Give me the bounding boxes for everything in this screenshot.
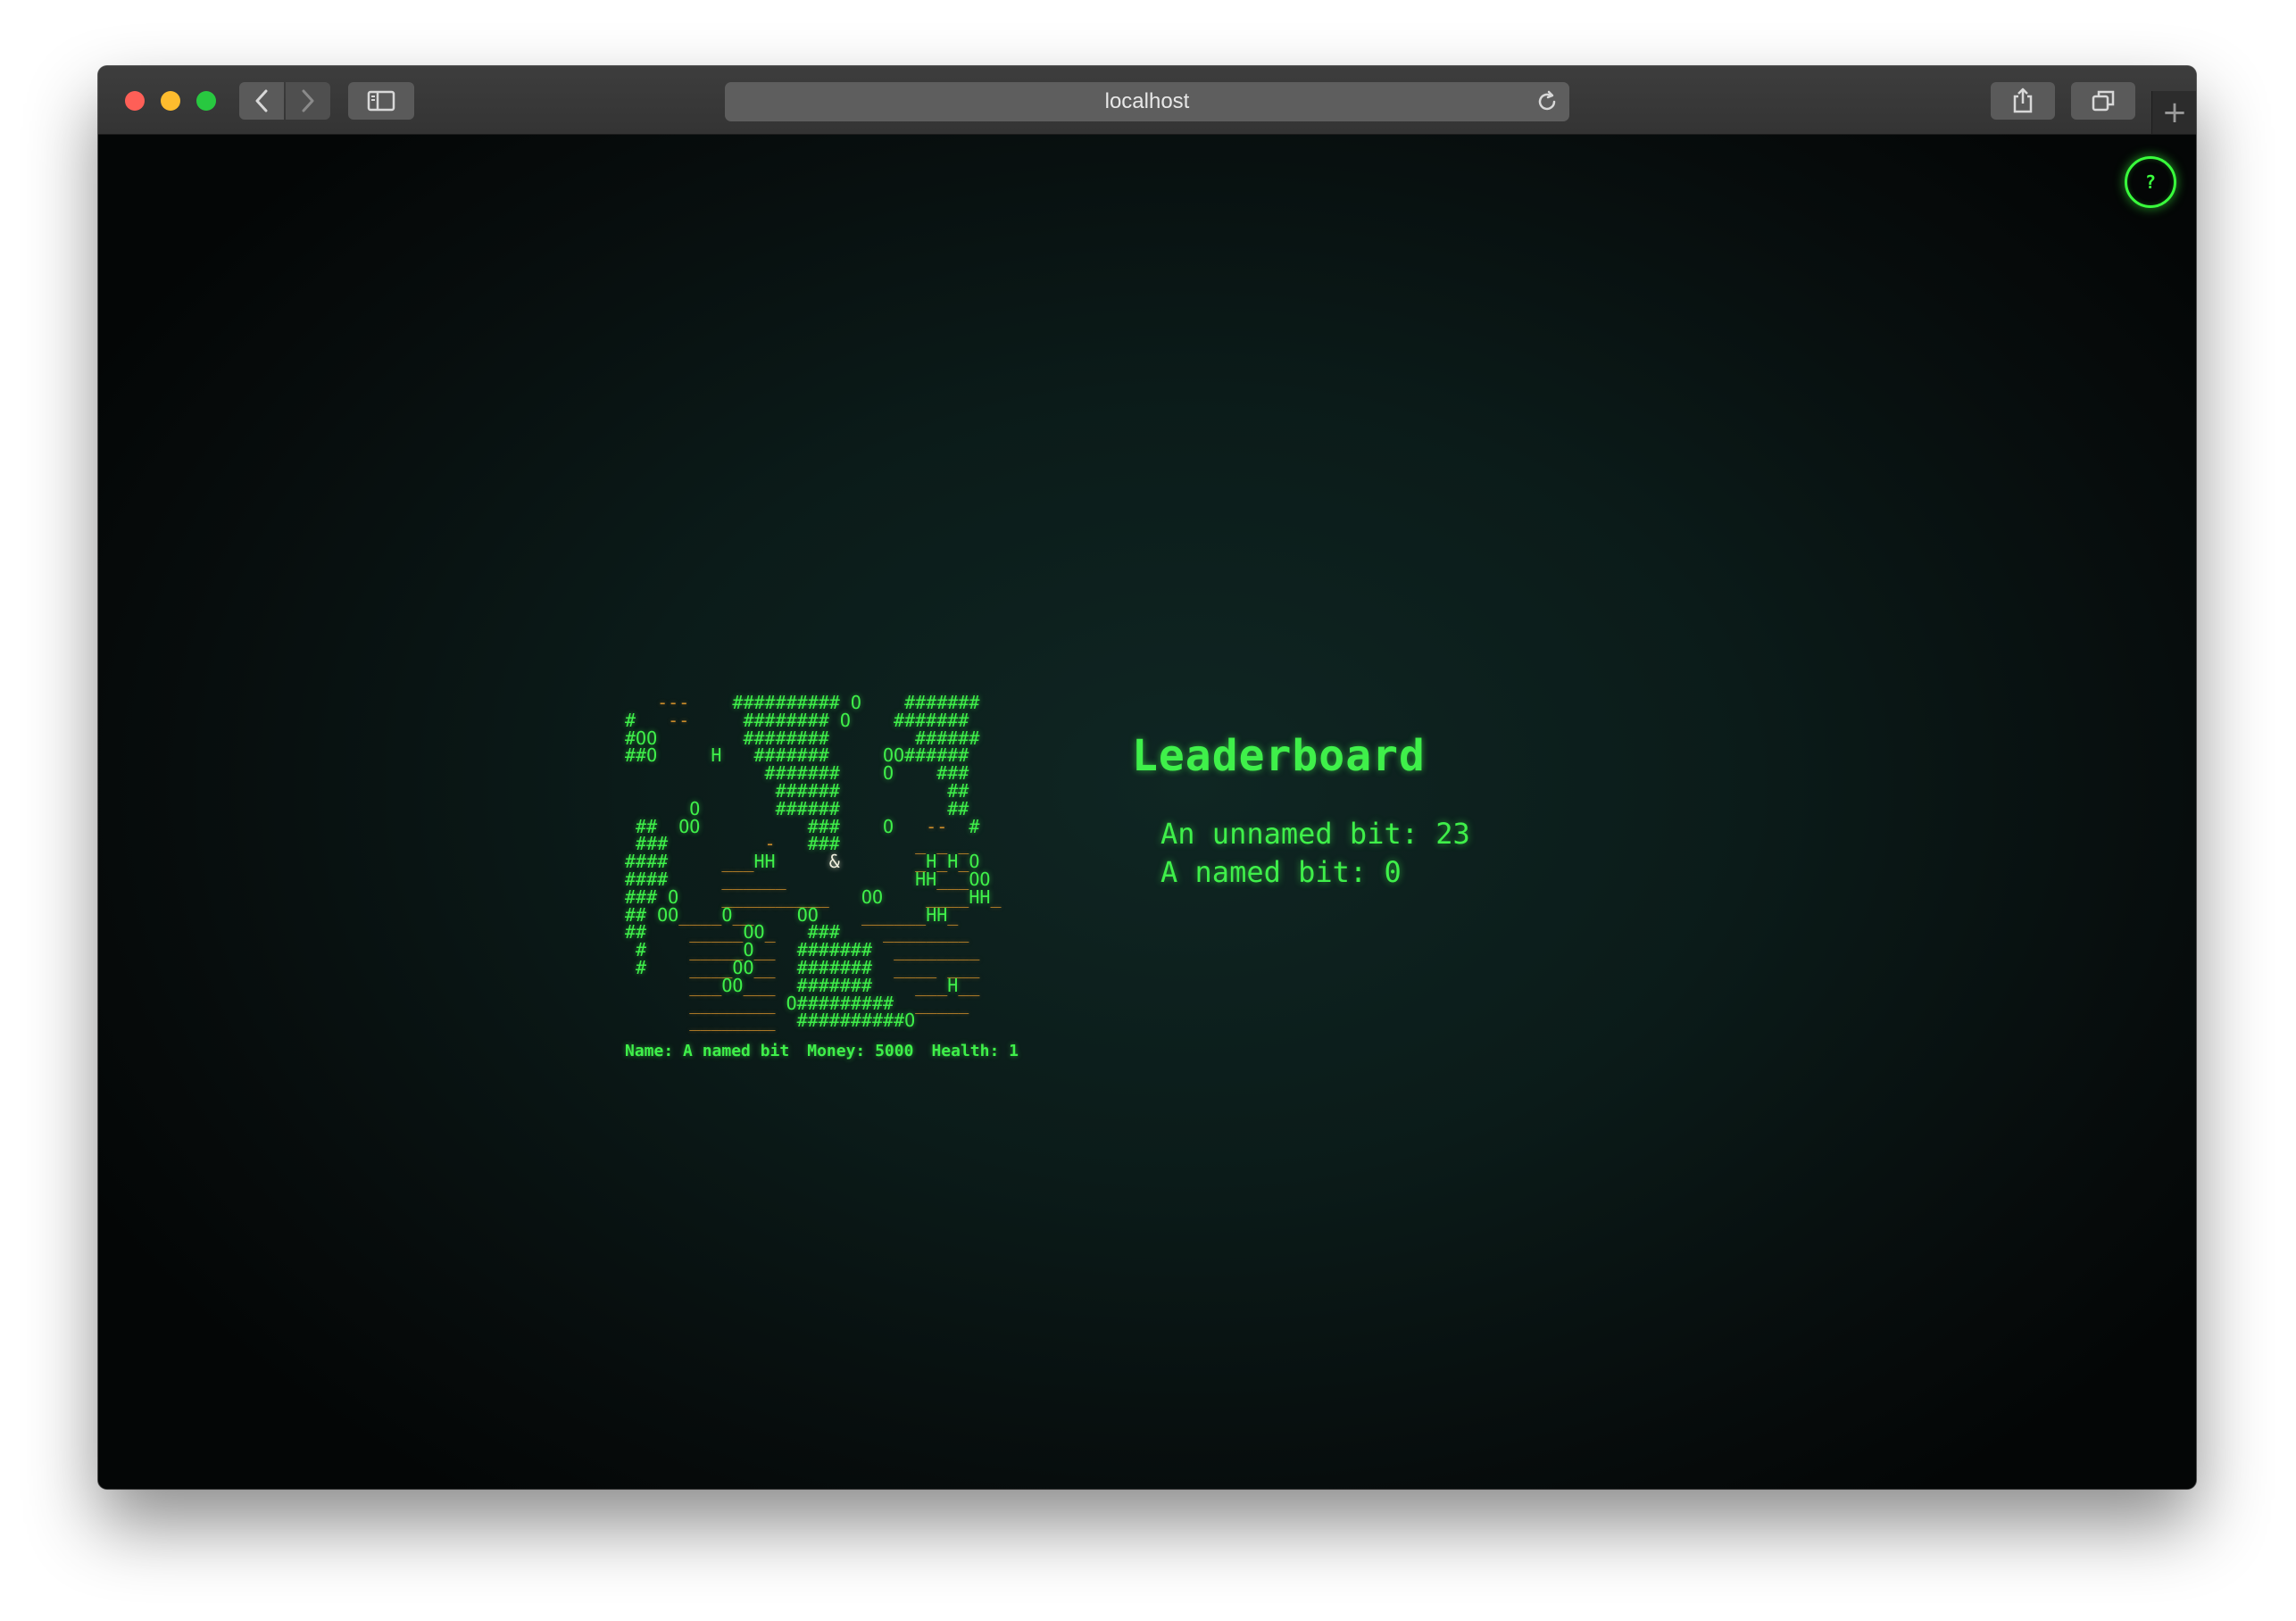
leaderboard-title: Leaderboard xyxy=(1132,731,1426,781)
reload-icon[interactable] xyxy=(1535,90,1559,120)
show-tabs-button[interactable] xyxy=(2071,82,2135,120)
game-map: --- ########## O ####### # -- ######## O … xyxy=(625,694,1001,1030)
page-viewport: ? --- ########## O ####### # -- ######## … xyxy=(98,135,2196,1489)
browser-window: localhost + ? --- ########## O ####### # … xyxy=(98,66,2196,1489)
share-icon xyxy=(2011,87,2034,114)
sidebar-icon xyxy=(367,90,395,112)
address-bar[interactable]: localhost xyxy=(725,82,1569,121)
player-money: Money: 5000 xyxy=(807,1042,914,1060)
browser-titlebar: localhost + xyxy=(98,66,2196,135)
chevron-left-icon xyxy=(254,89,269,112)
help-label: ? xyxy=(2144,171,2157,193)
leaderboard-entry: A named bit: 0 xyxy=(1160,855,1402,889)
zoom-window-button[interactable] xyxy=(196,91,216,111)
chevron-right-icon xyxy=(301,89,315,112)
plus-icon: + xyxy=(2161,95,2188,130)
player-health: Health: 1 xyxy=(931,1042,1019,1060)
url-text: localhost xyxy=(1104,89,1190,113)
leaderboard-panel: Leaderboard An unnamed bit: 23 A named b… xyxy=(1132,731,1470,892)
player-name: Name: A named bit xyxy=(625,1042,790,1060)
help-button[interactable]: ? xyxy=(2125,156,2176,208)
close-window-button[interactable] xyxy=(125,91,145,111)
leaderboard-entry: An unnamed bit: 23 xyxy=(1160,817,1470,851)
minimize-window-button[interactable] xyxy=(161,91,180,111)
new-tab-button[interactable]: + xyxy=(2151,91,2196,134)
map-row: ________ ##########O xyxy=(689,1010,916,1032)
share-button[interactable] xyxy=(1991,82,2055,120)
tabs-icon xyxy=(2091,89,2116,112)
leaderboard-list: An unnamed bit: 23 A named bit: 0 xyxy=(1160,815,1470,892)
sidebar-toggle-button[interactable] xyxy=(348,82,414,120)
forward-button[interactable] xyxy=(286,82,330,120)
back-button[interactable] xyxy=(239,82,284,120)
player-status-bar: Name: A named bit Money: 5000 Health: 1 xyxy=(625,1042,1036,1060)
